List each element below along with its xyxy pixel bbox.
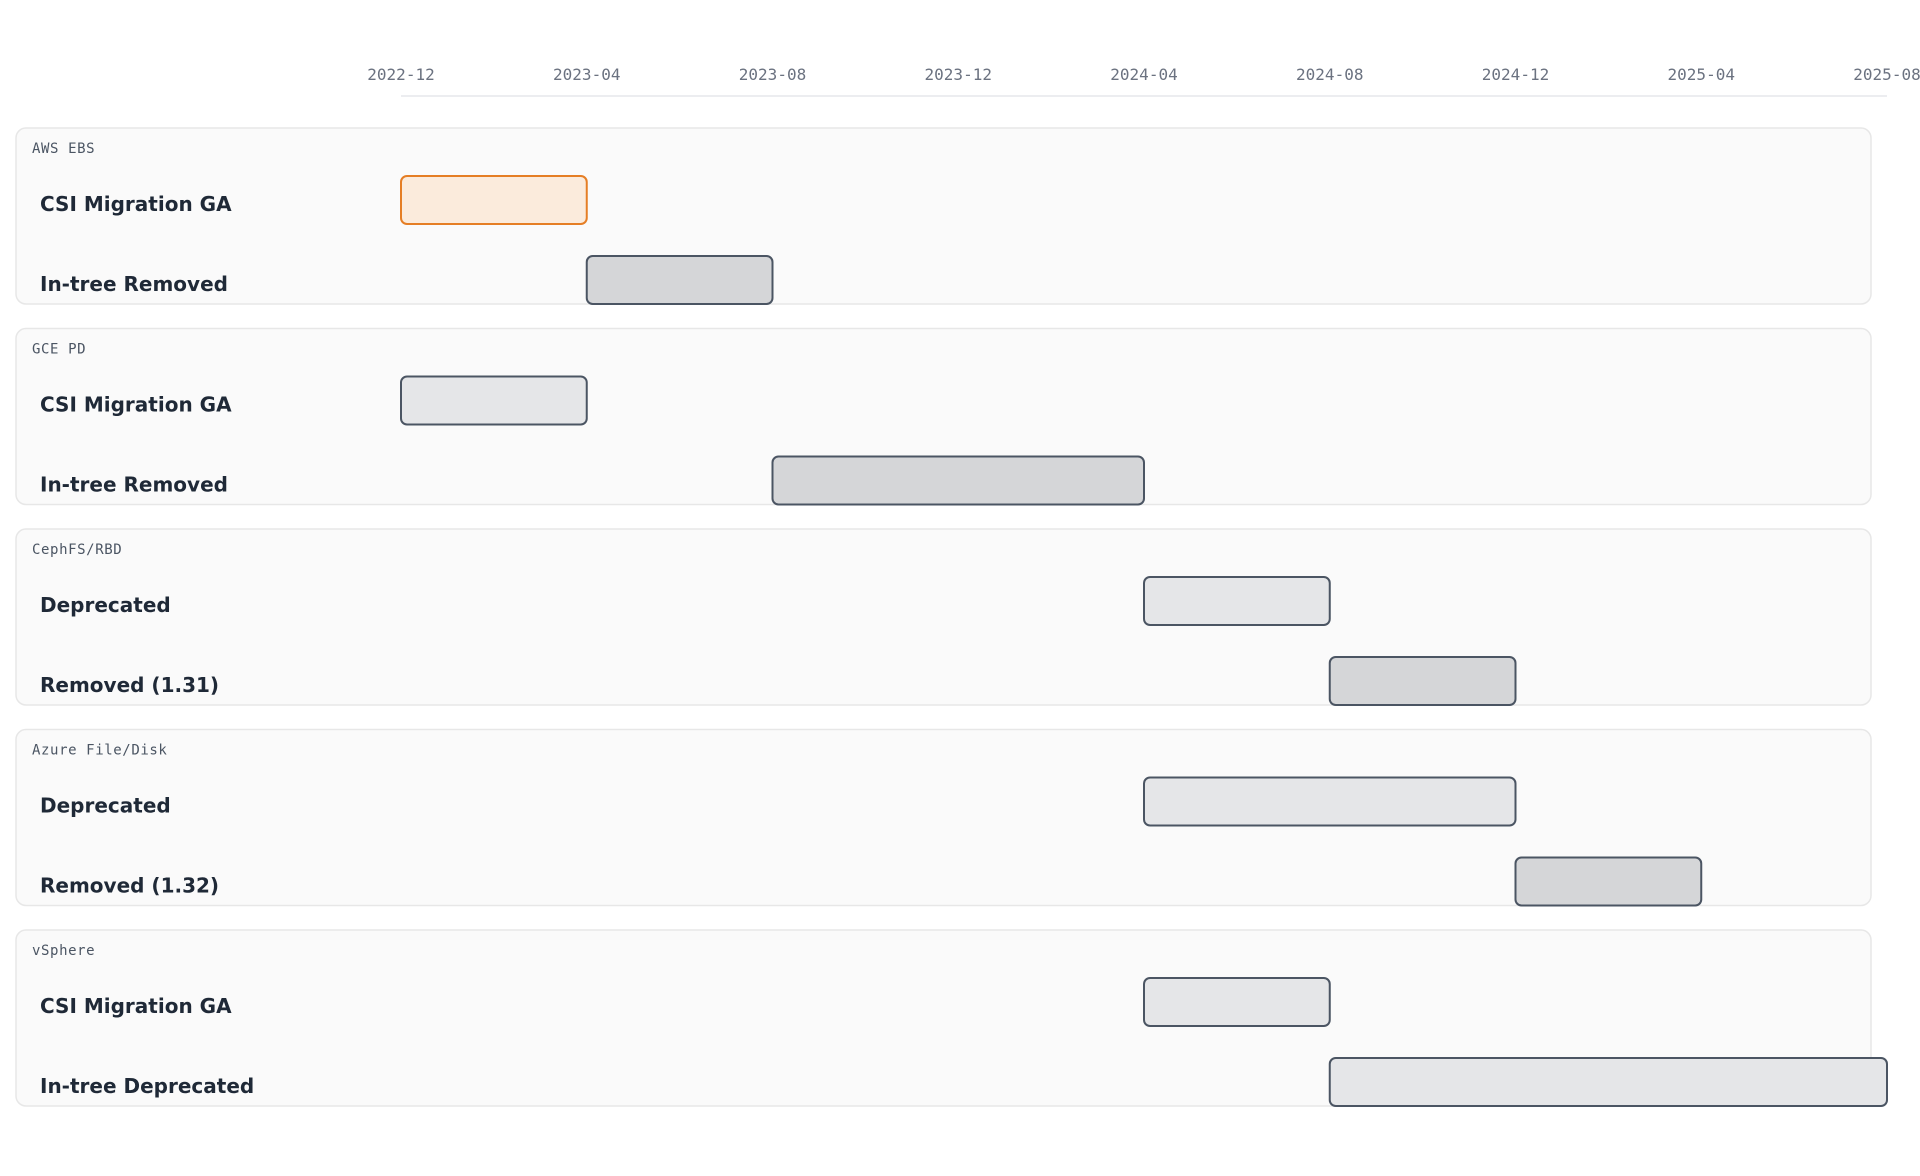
time-axis: 2022-12 2023-04 2023-08 2023-12 2024-04 2024-… xyxy=(367,65,1920,97)
row-label: CSI Migration GA xyxy=(40,393,232,417)
group-azure-file-disk: Azure File/Disk Deprecated Removed (1.32) xyxy=(15,728,1872,907)
bar-vsphere-csi-migration-ga xyxy=(1143,977,1331,1027)
x-tick-label: 2023-04 xyxy=(553,65,620,84)
bar-gce-pd-in-tree-removed xyxy=(771,455,1145,506)
bar-cephfs-rbd-removed-1-31 xyxy=(1328,656,1517,706)
bar-azure-file-disk-deprecated xyxy=(1143,776,1517,827)
x-tick-label: 2023-12 xyxy=(925,65,992,84)
bar-vsphere-in-tree-deprecated xyxy=(1328,1057,1888,1107)
group-label: AWS EBS xyxy=(32,141,95,157)
row-label: Removed (1.31) xyxy=(40,673,219,697)
group-gce-pd: GCE PD CSI Migration GA In-tree Removed xyxy=(15,327,1872,506)
row-label: CSI Migration GA xyxy=(40,994,232,1018)
x-tick-label: 2022-12 xyxy=(367,65,434,84)
bar-aws-ebs-csi-migration-ga xyxy=(400,175,588,225)
timeline-chart: 2022-12 2023-04 2023-08 2023-12 2024-04 2024-… xyxy=(15,65,1920,1107)
x-tick-label: 2024-04 xyxy=(1110,65,1177,84)
group-aws-ebs: AWS EBS CSI Migration GA In-tree Removed xyxy=(15,127,1872,305)
x-tick-label: 2023-08 xyxy=(739,65,806,84)
group-vsphere: vSphere CSI Migration GA In-tree Deprecate… xyxy=(15,929,1888,1107)
group-cephfs-rbd: CephFS/RBD Deprecated Removed (1.31) xyxy=(15,528,1872,706)
row-label: In-tree Removed xyxy=(40,473,228,497)
row-label: Deprecated xyxy=(40,593,171,617)
bar-cephfs-rbd-deprecated xyxy=(1143,576,1331,626)
x-tick-label: 2024-12 xyxy=(1482,65,1549,84)
row-label: Removed (1.32) xyxy=(40,874,219,898)
bar-gce-pd-csi-migration-ga xyxy=(400,375,588,426)
group-panel xyxy=(15,528,1872,706)
x-tick-label: 2024-08 xyxy=(1296,65,1363,84)
group-panel xyxy=(15,127,1872,305)
timeline-groups: AWS EBSCSI Migration GAIn-tree RemovedGC… xyxy=(15,127,1888,1107)
row-label: In-tree Deprecated xyxy=(40,1074,254,1098)
bar-aws-ebs-in-tree-removed xyxy=(585,255,774,305)
group-label: vSphere xyxy=(32,943,95,959)
row-label: CSI Migration GA xyxy=(40,192,232,216)
group-label: GCE PD xyxy=(32,342,86,358)
group-label: CephFS/RBD xyxy=(32,542,122,558)
bar-azure-file-disk-removed-1-32 xyxy=(1514,856,1703,907)
row-label: Deprecated xyxy=(40,794,171,818)
x-tick-label: 2025-08 xyxy=(1853,65,1920,84)
x-tick-label: 2025-04 xyxy=(1668,65,1735,84)
group-label: Azure File/Disk xyxy=(32,743,167,759)
row-label: In-tree Removed xyxy=(40,272,228,296)
